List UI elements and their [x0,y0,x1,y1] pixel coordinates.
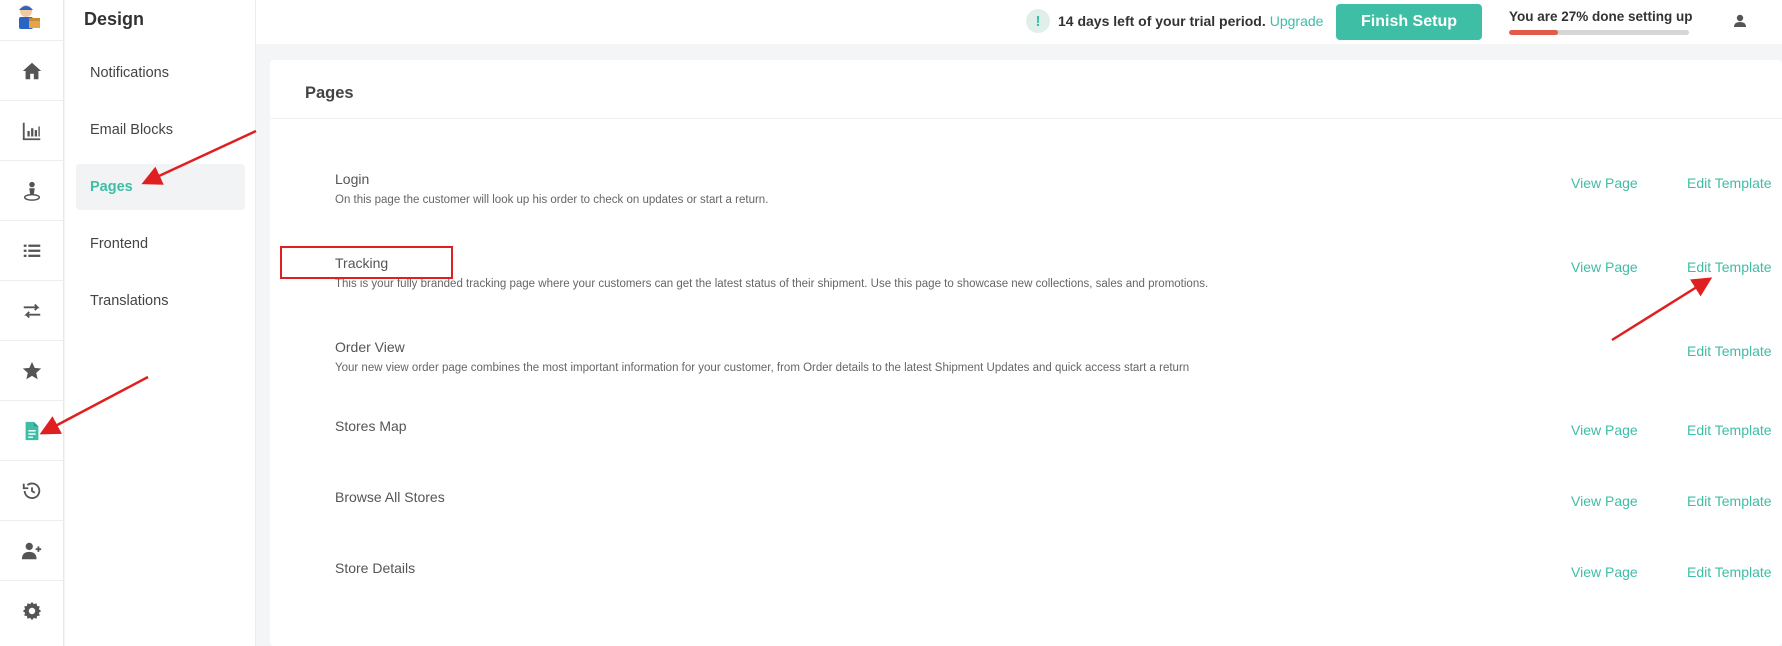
page-row: Order View Your new view order page combi… [270,339,1782,399]
list-icon [23,244,41,257]
edit-template-link[interactable]: Edit Template [1687,493,1772,509]
page-name: Login [335,171,370,187]
edit-template-link[interactable]: Edit Template [1687,343,1772,359]
top-bar: ! 14 days left of your trial period. Upg… [256,0,1782,44]
setup-progress-fill [1509,30,1558,35]
rail-home[interactable] [0,40,64,100]
brand-logo[interactable] [14,2,44,34]
page-row: Browse All Stores View Page Edit Template [270,489,1782,549]
document-icon [25,421,39,440]
rail-shipments[interactable] [0,160,64,220]
rail-history[interactable] [0,460,64,520]
trial-text: 14 days left of your trial period. [1058,13,1266,29]
edit-template-link[interactable]: Edit Template [1687,564,1772,580]
user-icon [1734,14,1746,27]
design-subnav: Design Notifications Email Blocks Pages … [65,0,256,646]
home-icon [22,62,42,79]
rail-reviews[interactable] [0,340,64,400]
page-title: Pages [305,84,354,102]
title-divider [270,118,1782,119]
view-page-link[interactable]: View Page [1571,564,1638,580]
subnav-item-email-blocks[interactable]: Email Blocks [76,107,245,153]
page-row: Login On this page the customer will look… [270,171,1782,231]
upgrade-link[interactable]: Upgrade [1270,13,1324,29]
warning-icon: ! [1026,9,1050,33]
subnav-item-frontend[interactable]: Frontend [76,221,245,267]
trial-notice: ! 14 days left of your trial period. Upg… [1026,9,1323,33]
rail-settings[interactable] [0,580,64,640]
page-row: Tracking This is your fully branded track… [270,255,1782,315]
rail-design[interactable] [0,400,64,460]
edit-template-link[interactable]: Edit Template [1687,175,1772,191]
chart-icon [22,122,41,140]
add-user-icon [21,542,42,559]
section-title: Design [84,9,145,29]
view-page-link[interactable]: View Page [1571,422,1638,438]
pages-panel: Pages Login On this page the customer wil… [270,60,1782,646]
setup-progress[interactable]: You are 27% done setting up [1509,9,1693,35]
page-description: This is your fully branded tracking page… [335,278,1209,290]
view-page-link[interactable]: View Page [1571,175,1638,191]
exchange-icon [23,303,41,318]
view-page-link[interactable]: View Page [1571,493,1638,509]
rail-returns[interactable] [0,280,64,340]
view-page-link[interactable]: View Page [1571,259,1638,275]
finish-setup-button[interactable]: Finish Setup [1336,4,1482,40]
rail-orders[interactable] [0,220,64,280]
page-description: Your new view order page combines the mo… [335,362,1190,374]
setup-progress-bar [1509,30,1689,35]
app-root: Design Notifications Email Blocks Pages … [0,0,1782,646]
page-name: Store Details [335,560,416,576]
subnav-item-translations[interactable]: Translations [76,278,245,324]
rail-team[interactable] [0,520,64,580]
icon-rail [0,0,64,646]
page-description: On this page the customer will look up h… [335,194,769,206]
subnav-item-pages[interactable]: Pages [76,164,245,210]
star-icon [22,361,42,379]
page-row: Store Details View Page Edit Template [270,560,1782,620]
edit-template-link[interactable]: Edit Template [1687,259,1772,275]
page-name: Stores Map [335,418,407,434]
tracking-highlight-box [280,246,453,279]
gear-icon [22,601,42,620]
page-name: Browse All Stores [335,489,445,505]
page-name: Order View [335,339,405,355]
user-menu[interactable] [1730,11,1750,31]
edit-template-link[interactable]: Edit Template [1687,422,1772,438]
setup-progress-text: You are 27% done setting up [1509,9,1693,24]
history-icon [22,482,41,499]
page-row: Stores Map View Page Edit Template [270,418,1782,478]
subnav-item-notifications[interactable]: Notifications [76,50,245,96]
rail-analytics[interactable] [0,100,64,160]
map-pin-person-icon [23,181,41,201]
